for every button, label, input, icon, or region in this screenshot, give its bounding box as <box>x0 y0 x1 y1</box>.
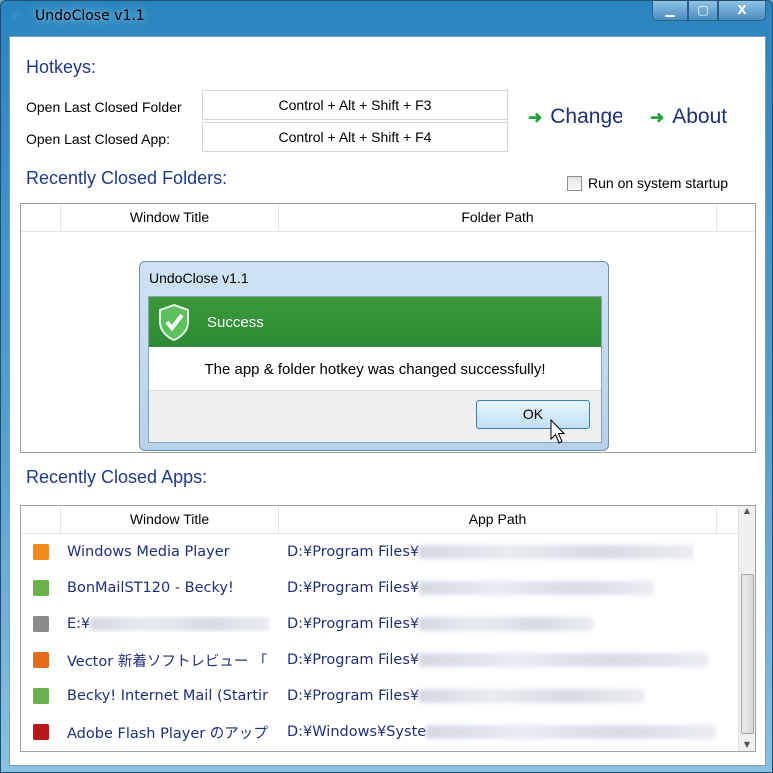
notepad-icon <box>33 616 49 632</box>
close-button[interactable]: X <box>718 1 766 21</box>
mouse-cursor-icon <box>550 419 566 444</box>
startup-label: Run on system startup <box>588 175 729 191</box>
row-path: D:¥Program Files¥ <box>279 616 595 632</box>
table-row[interactable]: Vector 新着ソフトレビュー 「 D:¥Program Files¥ <box>21 642 755 678</box>
shield-check-icon <box>159 303 189 341</box>
apps-list[interactable]: Window Title App Path Windows Media Play… <box>20 505 756 752</box>
arrow-right-icon: ➜ <box>650 108 665 127</box>
success-banner: Success <box>149 297 601 347</box>
folder-hotkey-label: Open Last Closed Folder <box>26 99 182 115</box>
column-app-path[interactable]: App Path <box>279 506 717 533</box>
change-label: Change <box>550 105 622 128</box>
row-title: Vector 新着ソフトレビュー 「 <box>67 653 268 670</box>
table-row[interactable]: Becky! Internet Mail (Startir D:¥Program… <box>21 678 755 714</box>
column-window-title[interactable]: Window Title <box>61 204 279 231</box>
scrollbar-thumb[interactable] <box>741 574 754 734</box>
about-label: About <box>672 105 728 128</box>
arrow-right-icon: ➜ <box>528 108 543 127</box>
table-row[interactable]: BonMailST120 - Becky! D:¥Program Files¥ <box>21 570 755 606</box>
column-window-title[interactable]: Window Title <box>61 506 279 533</box>
becky-icon <box>33 688 49 704</box>
main-window: ↶ UndoClose v1.1 ▁ ▢ X Hotkeys: Open Las… <box>0 0 773 773</box>
minimize-button[interactable]: ▁ <box>652 1 688 21</box>
row-path: D:¥Program Files¥ <box>279 652 710 668</box>
table-row[interactable]: Adobe Flash Player のアップ D:¥Windows¥Syste <box>21 714 755 750</box>
folders-heading: Recently Closed Folders: <box>26 168 228 188</box>
becky-icon <box>33 580 49 596</box>
undo-app-icon: ↶ <box>10 9 23 27</box>
media-player-icon <box>33 544 49 560</box>
folder-hotkey-field[interactable]: Control + Alt + Shift + F3 <box>202 90 508 120</box>
startup-checkbox[interactable]: Run on system startup <box>567 175 728 191</box>
vertical-scrollbar[interactable]: ▲ ▼ <box>738 506 755 751</box>
firefox-icon <box>33 652 49 668</box>
row-path: D:¥Windows¥Syste <box>279 724 717 740</box>
app-hotkey-label: Open Last Closed App: <box>26 131 170 147</box>
banner-text: Success <box>207 313 264 331</box>
window-title: UndoClose v1.1 <box>35 8 145 24</box>
dialog-title: UndoClose v1.1 <box>149 270 249 286</box>
column-folder-path[interactable]: Folder Path <box>279 204 717 231</box>
dialog-message: The app & folder hotkey was changed succ… <box>204 361 546 378</box>
apps-list-header: Window Title App Path <box>21 506 755 534</box>
ok-button[interactable]: OK <box>476 400 590 429</box>
row-title: Adobe Flash Player のアップ <box>67 725 268 742</box>
folders-list-header: Window Title Folder Path <box>21 204 755 232</box>
success-dialog: UndoClose v1.1 Success The app & folder … <box>139 261 609 451</box>
table-row[interactable]: E:¥ D:¥Program Files¥ <box>21 606 755 642</box>
row-path: D:¥Program Files¥ <box>279 544 695 560</box>
checkbox-box[interactable] <box>567 175 582 191</box>
row-path: D:¥Program Files¥ <box>279 688 645 704</box>
row-path: D:¥Program Files¥ <box>279 580 655 596</box>
row-title: BonMailST120 - Becky! <box>67 580 234 596</box>
app-hotkey-field[interactable]: Control + Alt + Shift + F4 <box>202 122 508 152</box>
row-title: E:¥ <box>61 616 279 632</box>
flash-icon <box>33 724 49 740</box>
row-title: Becky! Internet Mail (Startir <box>67 688 269 704</box>
row-title: Windows Media Player <box>67 544 230 560</box>
maximize-button[interactable]: ▢ <box>688 1 718 21</box>
about-link[interactable]: ➜ About <box>650 105 727 129</box>
change-link[interactable]: ➜ Change <box>528 105 622 129</box>
hotkeys-heading: Hotkeys: <box>26 57 97 77</box>
apps-heading: Recently Closed Apps: <box>26 467 208 487</box>
table-row[interactable]: Windows Media Player D:¥Program Files¥ <box>21 534 755 570</box>
